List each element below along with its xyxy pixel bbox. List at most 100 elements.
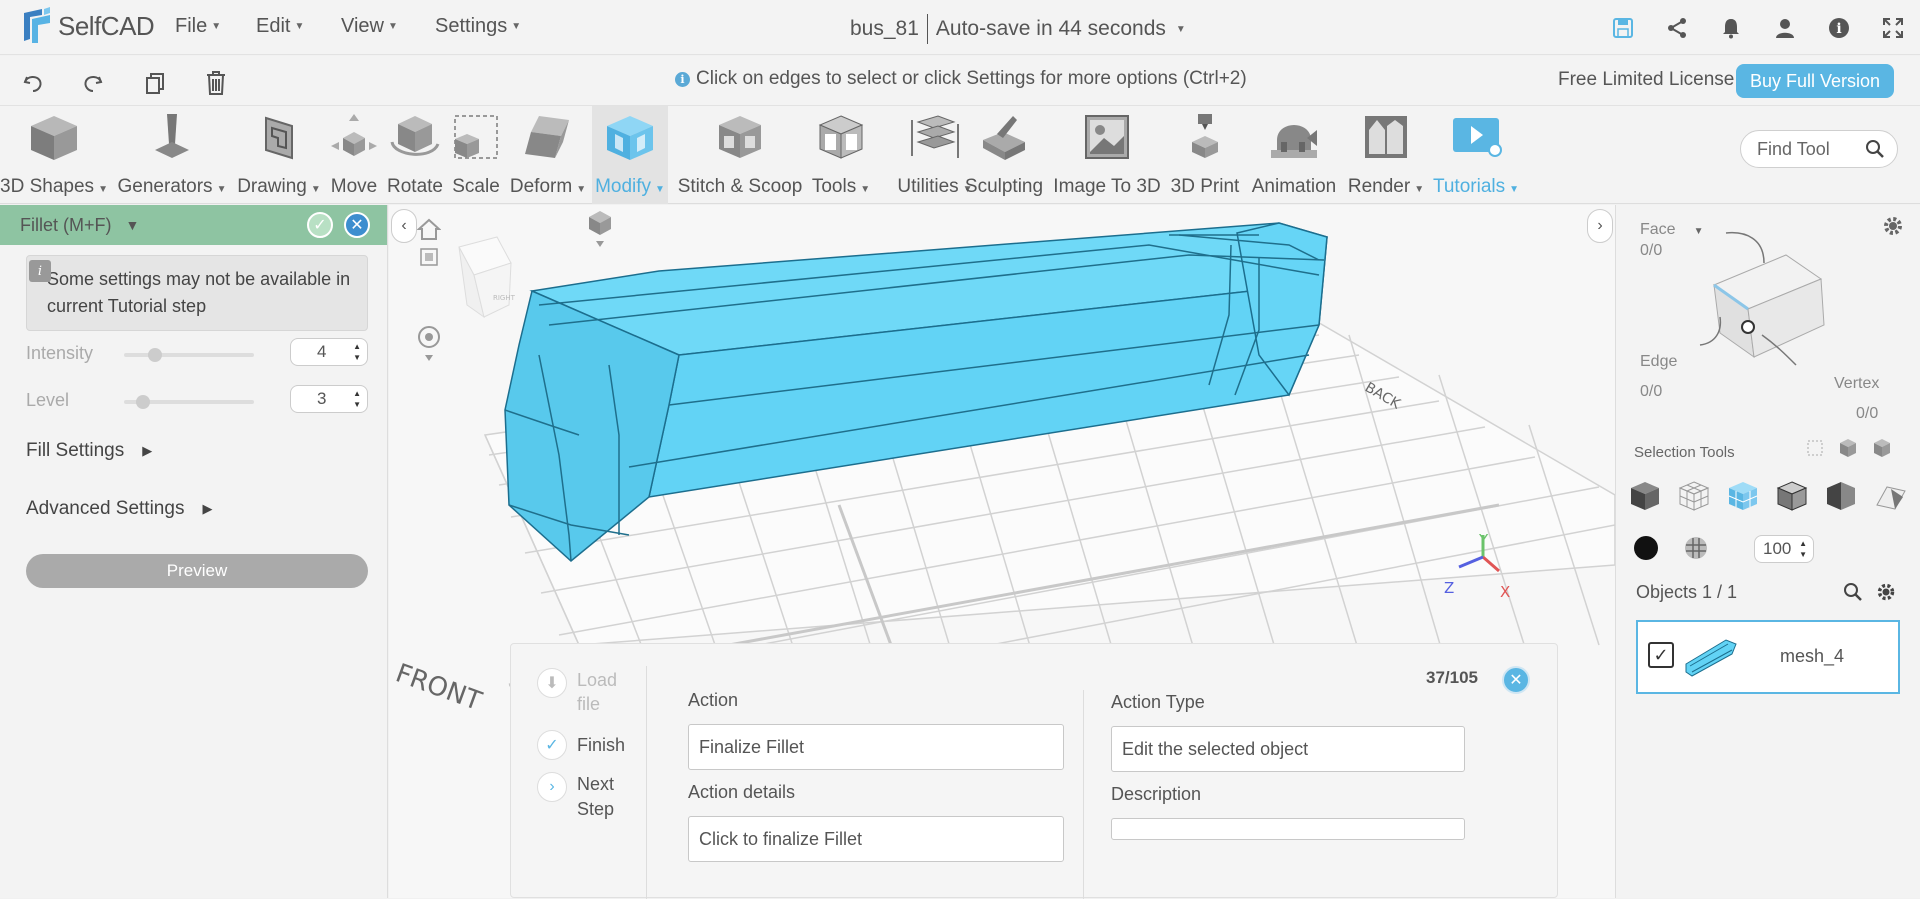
lasso-select-icon[interactable] — [1869, 475, 1911, 517]
intensity-stepper[interactable]: 4 ▲ ▼ — [290, 338, 368, 366]
caret-down-icon[interactable]: ▼ — [1176, 24, 1186, 35]
undo-icon[interactable] — [18, 68, 48, 98]
tool-label: Rotate — [387, 176, 443, 197]
axis-z-label: Z — [1444, 579, 1454, 597]
tool-tools[interactable]: Tools ▼ — [804, 106, 878, 204]
caret-down-icon: ▼ — [511, 21, 522, 32]
share-icon[interactable] — [1650, 12, 1704, 44]
intensity-value: 4 — [317, 342, 327, 361]
tool-rotate[interactable]: Rotate — [382, 106, 448, 204]
tool-sculpting[interactable]: Sculpting — [962, 106, 1046, 204]
buy-full-version-button[interactable]: Buy Full Version — [1736, 64, 1894, 98]
texture-icon[interactable] — [1684, 536, 1708, 560]
object-thumbnail — [1685, 639, 1737, 677]
next-step-label: Next Step — [577, 774, 615, 819]
opacity-stepper[interactable]: 100 ▲ ▼ — [1754, 535, 1814, 563]
check-icon: ✓ — [537, 730, 567, 760]
tool-animation[interactable]: Animation — [1244, 106, 1344, 204]
file-name[interactable]: bus_81 — [850, 17, 919, 41]
fill-settings-toggle[interactable]: Fill Settings ▶ — [26, 440, 152, 462]
edge-select-icon[interactable] — [1771, 475, 1813, 517]
camera-view-icon[interactable] — [585, 209, 615, 249]
tool-modify[interactable]: Modify ▼ — [592, 106, 668, 204]
home-view-icon[interactable] — [417, 217, 441, 271]
tool-deform[interactable]: Deform ▼ — [504, 106, 592, 204]
tool-render[interactable]: Render ▼ — [1346, 106, 1426, 204]
help-icon[interactable]: i — [1812, 12, 1866, 44]
preview-button[interactable]: Preview — [26, 554, 368, 588]
solid-select-icon[interactable] — [1624, 475, 1666, 517]
stepper-arrows-icon[interactable]: ▲ ▼ — [353, 388, 361, 410]
tool-image-to-3d[interactable]: Image To 3D — [1052, 106, 1162, 204]
action-field: Finalize Fillet — [688, 724, 1064, 770]
close-button[interactable]: ✕ — [344, 212, 370, 238]
wireframe-select-icon[interactable] — [1673, 475, 1715, 517]
gear-icon[interactable] — [1882, 215, 1904, 237]
caret-down-icon[interactable]: ▼ — [126, 217, 140, 233]
redo-icon[interactable] — [78, 68, 108, 98]
action-type-label: Action Type — [1111, 692, 1205, 712]
half-select-icon[interactable] — [1820, 475, 1862, 517]
menu-file[interactable]: File ▼ — [175, 15, 221, 38]
close-tutorial-button[interactable]: ✕ — [1502, 666, 1530, 694]
tool-3d-print[interactable]: 3D Print — [1168, 106, 1242, 204]
logo-text: SelfCAD — [58, 10, 155, 41]
tool-label: Sculpting — [964, 176, 1044, 197]
bell-icon[interactable] — [1704, 12, 1758, 44]
tool-move[interactable]: Move — [326, 106, 382, 204]
next-step-button[interactable]: › Next Step — [537, 772, 627, 822]
slider-knob[interactable] — [136, 395, 150, 409]
tool-tutorials[interactable]: Tutorials ▼ — [1428, 106, 1524, 204]
collapse-right-button[interactable]: › — [1587, 209, 1613, 243]
selection-tool-options[interactable] — [1806, 437, 1896, 459]
info-icon: i — [29, 260, 51, 282]
load-file-label: Load file — [577, 670, 618, 714]
gear-icon[interactable] — [1876, 582, 1896, 602]
tool-generators[interactable]: Generators ▼ — [116, 106, 228, 204]
stepper-arrows-icon[interactable]: ▲ ▼ — [353, 341, 361, 363]
menu-edit[interactable]: Edit ▼ — [256, 15, 304, 38]
tutorial-box: ⬇ Load file ✓ Finish › Next Step Action … — [510, 643, 1558, 899]
vertex-count: 0/0 — [1856, 405, 1879, 422]
face-label-text: Face — [1640, 221, 1676, 238]
tool-label: Stitch & Scoop — [677, 176, 803, 197]
stepper-arrows-icon[interactable]: ▲ ▼ — [1799, 538, 1807, 560]
action-details-label: Action details — [688, 782, 796, 802]
slider-knob[interactable] — [148, 348, 162, 362]
autosave-status[interactable]: Auto-save in 44 seconds — [936, 17, 1166, 41]
load-file-step[interactable]: ⬇ Load file — [537, 668, 637, 716]
finish-step[interactable]: ✓ Finish — [537, 730, 625, 760]
tool-scale[interactable]: Scale — [448, 106, 504, 204]
face-select-icon[interactable] — [1722, 475, 1764, 517]
object-item-mesh-4[interactable]: ✓ mesh_4 — [1636, 620, 1900, 694]
selection-mode-diagram[interactable] — [1676, 215, 1836, 385]
fullscreen-icon[interactable] — [1866, 12, 1920, 44]
search-icon[interactable] — [1843, 582, 1863, 602]
visibility-checkbox[interactable]: ✓ — [1648, 642, 1674, 668]
tool-stitch-scoop[interactable]: Stitch & Scoop — [676, 106, 804, 204]
tool-label: 3D Print — [1170, 176, 1240, 197]
copy-icon[interactable] — [140, 68, 170, 98]
save-icon[interactable] — [1596, 12, 1650, 44]
advanced-settings-toggle[interactable]: Advanced Settings ▶ — [26, 498, 212, 520]
color-swatch[interactable] — [1634, 536, 1658, 560]
vertex-label: Vertex — [1834, 375, 1880, 392]
tool-label: Move — [330, 176, 378, 197]
collapse-left-button[interactable]: ‹ — [391, 209, 417, 243]
confirm-button[interactable]: ✓ — [307, 212, 333, 238]
menu-view[interactable]: View ▼ — [341, 15, 398, 38]
view-cube[interactable]: RIGHT — [458, 236, 516, 319]
selfcad-logo[interactable]: SelfCAD — [20, 7, 155, 45]
axis-y-label: Y — [1478, 531, 1489, 549]
trash-icon[interactable] — [201, 68, 231, 98]
search-icon[interactable] — [1865, 139, 1885, 159]
find-tool-input[interactable]: Find Tool — [1740, 130, 1898, 168]
orbit-icon[interactable] — [417, 325, 441, 365]
menu-settings[interactable]: Settings ▼ — [435, 15, 521, 38]
level-slider[interactable] — [124, 395, 254, 409]
tool-drawing[interactable]: Drawing ▼ — [234, 106, 324, 204]
intensity-slider[interactable] — [124, 348, 254, 362]
user-icon[interactable] — [1758, 12, 1812, 44]
level-stepper[interactable]: 3 ▲ ▼ — [290, 385, 368, 413]
tool-3d-shapes[interactable]: 3D Shapes ▼ — [0, 106, 108, 204]
